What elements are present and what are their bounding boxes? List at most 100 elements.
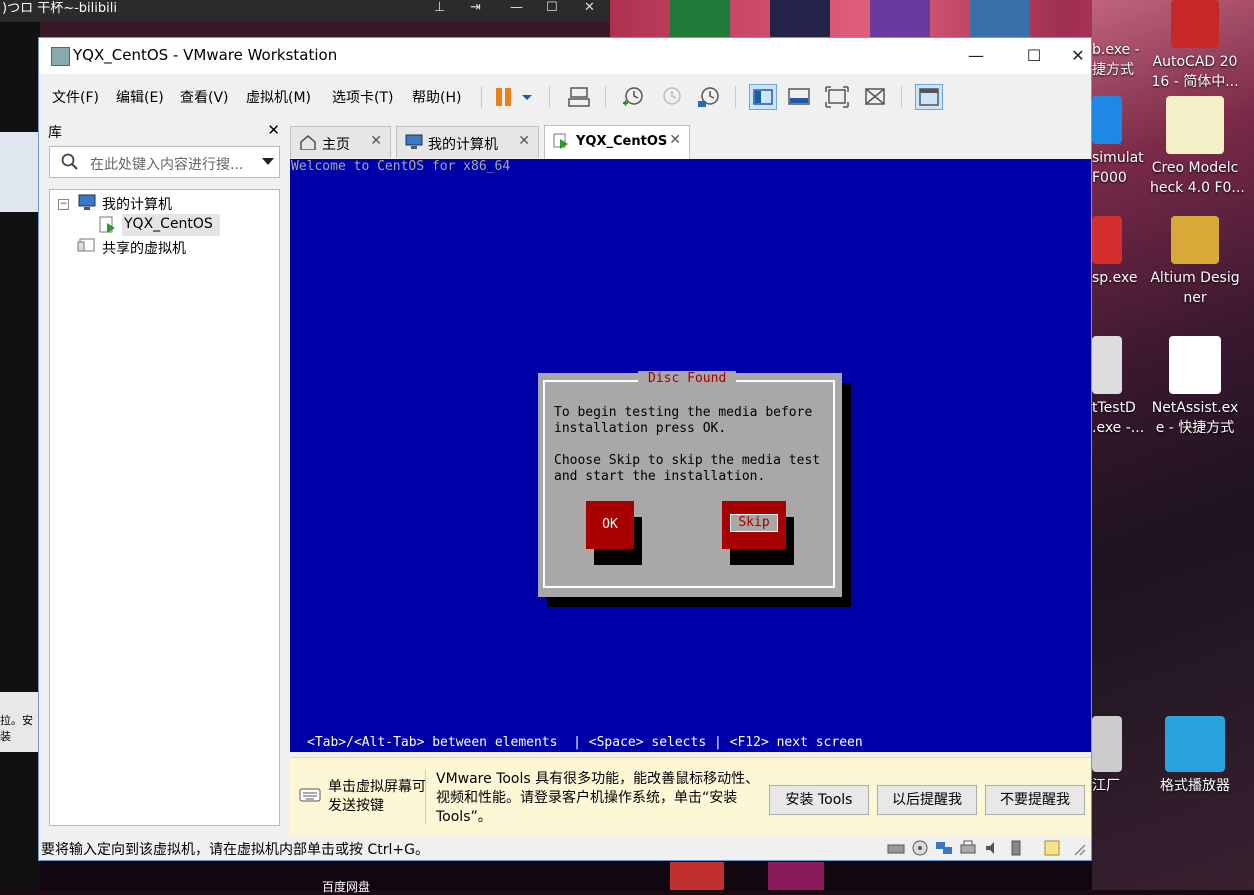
- desktop-icon-format-player[interactable]: 格式播放器: [1150, 716, 1240, 796]
- library-tree: − 我的计算机 YQX_CentOS 共享的虚拟机: [49, 189, 280, 826]
- sound-icon[interactable]: [983, 839, 1001, 857]
- thumbnail-bar-icon[interactable]: [785, 84, 813, 110]
- power-dropdown-icon[interactable]: [519, 84, 535, 110]
- netassist-icon: [1169, 336, 1221, 394]
- pin-icon[interactable]: ⊥: [434, 0, 445, 16]
- ok-button-label: OK: [602, 517, 618, 532]
- desktop-icon-factory[interactable]: 江厂: [1092, 716, 1152, 796]
- search-dropdown-icon[interactable]: [262, 158, 274, 166]
- desktop-icon-creo[interactable]: Creo Modelc heck 4.0 F0...: [1150, 96, 1245, 198]
- vm-console-screen[interactable]: Welcome to CentOS for x86_64 Disc Found …: [290, 159, 1091, 752]
- library-search-input[interactable]: 在此处键入内容进行搜...: [49, 146, 280, 178]
- desktop-icon-top-3[interactable]: [870, 0, 930, 37]
- keyboard-icon: [299, 788, 321, 802]
- ok-button[interactable]: OK: [586, 501, 634, 549]
- desktop-icon-autocad[interactable]: AutoCAD 20 16 - 简体中...: [1150, 0, 1240, 92]
- desktop-icon-top-1[interactable]: [670, 0, 730, 37]
- toolbar-separator: [605, 86, 606, 108]
- menu-edit[interactable]: 编辑(E): [116, 87, 164, 107]
- unity-icon[interactable]: [861, 84, 889, 110]
- testd-icon: [1092, 336, 1122, 394]
- printer-icon[interactable]: [959, 839, 977, 857]
- close-button[interactable]: ✕: [1063, 38, 1093, 74]
- snapshot-manager-icon[interactable]: [695, 84, 723, 110]
- window-titlebar[interactable]: YQX_CentOS - VMware Workstation — ☐ ✕: [39, 38, 1091, 74]
- pause-icon[interactable]: [491, 84, 519, 110]
- exe-label: b.exe - 捷方式: [1092, 42, 1140, 78]
- tab-my-computer-label: 我的计算机: [428, 137, 498, 153]
- fullscreen-icon[interactable]: [823, 84, 851, 110]
- vmware-tools-notice: 单击虚拟屏幕可发送按键 VMware Tools 具有很多功能，能改善鼠标移动性…: [290, 757, 1091, 836]
- menu-tabs[interactable]: 选项卡(T): [332, 87, 393, 107]
- library-title: 库: [48, 125, 62, 141]
- cd-dvd-icon[interactable]: [911, 839, 929, 857]
- disc-found-dialog: Disc Found To begin testing the media be…: [538, 371, 842, 597]
- tab-yqx-centos[interactable]: YQX_CentOS ✕: [544, 125, 690, 159]
- taskbar-pink-icon[interactable]: [768, 862, 824, 890]
- desktop-icon-partial-exe[interactable]: b.exe - 捷方式: [1092, 40, 1152, 80]
- skip-button[interactable]: Skip: [722, 501, 786, 549]
- background-window-left: 拉。安装: [0, 22, 40, 890]
- factory-icon: [1092, 716, 1122, 772]
- format-player-icon: [1165, 716, 1225, 772]
- dialog-text-line1: To begin testing the media before: [554, 405, 813, 420]
- tab-my-computer[interactable]: 我的计算机 ✕: [396, 126, 539, 158]
- desktop-icon-top-2[interactable]: [770, 0, 830, 37]
- python-icon[interactable]: [970, 0, 1030, 37]
- creo-icon: [1166, 96, 1224, 154]
- menu-bar: 文件(F) 编辑(E) 查看(V) 虚拟机(M) 选项卡(T) 帮助(H): [39, 78, 1091, 114]
- desktop-icon-testd[interactable]: tTestD .exe -...: [1092, 336, 1152, 438]
- network-icon[interactable]: [935, 839, 953, 857]
- desktop-icon-simulat[interactable]: simulat F000: [1092, 96, 1152, 188]
- vm-running-icon: [553, 133, 568, 149]
- desktop-icon-netassist[interactable]: NetAssist.ex e - 快捷方式: [1150, 336, 1240, 438]
- hard-disk-icon[interactable]: [887, 839, 905, 857]
- computer-icon: [405, 134, 423, 149]
- desktop-icon-sp[interactable]: sp.exe: [1092, 216, 1152, 288]
- background-window-titlebar[interactable]: )つロ 干杯~-bilibili ⊥ ⇥ — ☐ ✕: [0, 0, 610, 22]
- skip-button-label: Skip: [730, 514, 778, 532]
- toolbar-separator: [481, 86, 482, 108]
- menu-file[interactable]: 文件(F): [52, 87, 99, 107]
- snapshot-icon[interactable]: [619, 84, 647, 110]
- install-tools-button[interactable]: 安装 Tools: [769, 785, 869, 815]
- tab-my-computer-close-icon[interactable]: ✕: [518, 133, 530, 149]
- menu-view[interactable]: 查看(V): [180, 87, 229, 107]
- bg-minimize-icon[interactable]: —: [510, 0, 523, 16]
- netassist-label: NetAssist.ex e - 快捷方式: [1151, 400, 1239, 436]
- show-library-icon[interactable]: [749, 84, 777, 110]
- never-remind-button[interactable]: 不要提醒我: [985, 785, 1085, 815]
- tab-bar: 主页 ✕ 我的计算机 ✕ YQX_CentOS ✕: [290, 124, 1090, 160]
- minimize-button[interactable]: —: [947, 38, 1005, 74]
- notice-click-hint: 单击虚拟屏幕可发送按键: [328, 779, 426, 814]
- console-view-icon[interactable]: [915, 84, 943, 110]
- creo-label: Creo Modelc heck 4.0 F0...: [1150, 160, 1245, 196]
- message-log-icon[interactable]: [1043, 839, 1061, 857]
- send-ctrl-alt-del-icon[interactable]: [565, 84, 593, 110]
- tree-vm-yqx-centos[interactable]: YQX_CentOS: [124, 216, 213, 232]
- tab-home-close-icon[interactable]: ✕: [370, 133, 382, 149]
- collapse-icon[interactable]: −: [58, 199, 69, 210]
- taskbar-partial-label: 百度网盘: [322, 880, 371, 894]
- maximize-button[interactable]: ☐: [1005, 38, 1063, 74]
- remind-later-button[interactable]: 以后提醒我: [877, 785, 977, 815]
- menu-vm[interactable]: 虚拟机(M): [246, 87, 311, 107]
- usb-icon[interactable]: [1007, 839, 1025, 857]
- console-welcome-text: Welcome to CentOS for x86_64: [291, 159, 511, 174]
- tree-my-computer[interactable]: 我的计算机: [102, 194, 172, 214]
- bg-maximize-icon[interactable]: ☐: [546, 0, 558, 16]
- revert-snapshot-icon[interactable]: [657, 84, 685, 110]
- bg-close-icon[interactable]: ✕: [584, 0, 595, 16]
- restore-icon[interactable]: ⇥: [470, 0, 481, 16]
- tab-yqx-centos-close-icon[interactable]: ✕: [669, 132, 681, 148]
- desktop-icon-altium[interactable]: Altium Desig ner: [1150, 216, 1240, 308]
- simulat-label: simulat F000: [1092, 150, 1144, 186]
- library-close-icon[interactable]: ✕: [267, 121, 280, 139]
- search-icon: [61, 153, 78, 170]
- tree-shared-vms[interactable]: 共享的虚拟机: [102, 238, 186, 258]
- dialog-title: Disc Found: [638, 371, 737, 386]
- taskbar-bpm-icon[interactable]: [670, 862, 724, 890]
- resize-grip-icon[interactable]: [1069, 839, 1087, 857]
- menu-help[interactable]: 帮助(H): [412, 87, 461, 107]
- tab-home[interactable]: 主页 ✕: [290, 126, 391, 158]
